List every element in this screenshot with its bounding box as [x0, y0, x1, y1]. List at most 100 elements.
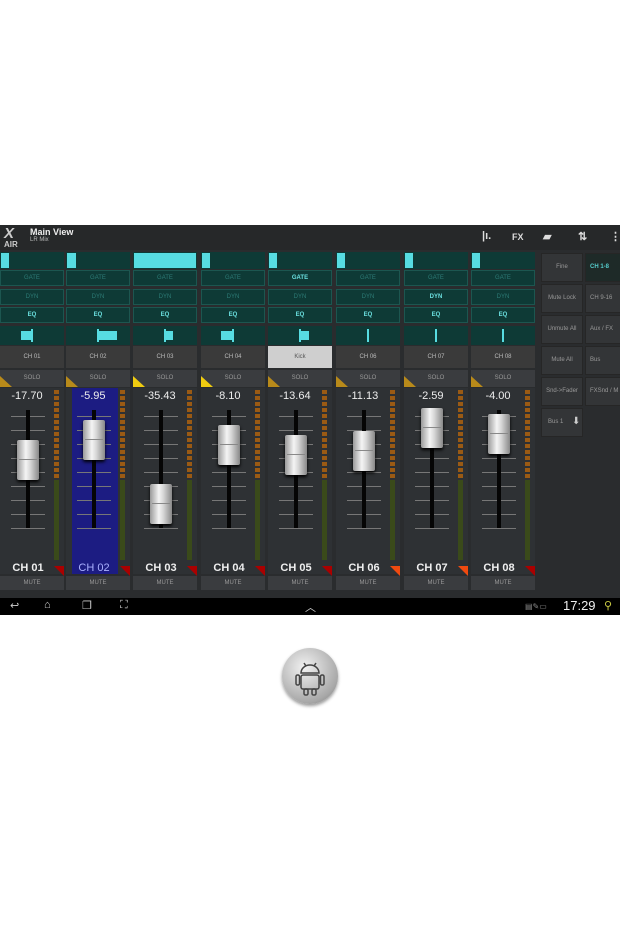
gate-button[interactable]: GATE	[0, 270, 64, 286]
android-icon[interactable]	[282, 648, 338, 704]
back-icon[interactable]: ↩	[10, 599, 19, 612]
channel-name-button[interactable]: CH 08	[471, 346, 535, 368]
mute-button[interactable]: MUTE	[336, 576, 400, 590]
mute-button[interactable]: MUTE	[0, 576, 64, 590]
channel-name-button[interactable]: CH 04	[201, 346, 265, 368]
bank-tab[interactable]: Aux / FX	[585, 315, 620, 344]
fx-button[interactable]: FX	[512, 232, 524, 242]
pan-control[interactable]	[471, 326, 535, 345]
dyn-button[interactable]: DYN	[336, 289, 400, 305]
mute-button[interactable]: MUTE	[268, 576, 332, 590]
arrow-down-icon[interactable]: ⬇	[572, 416, 580, 427]
dyn-button[interactable]: DYN	[66, 289, 130, 305]
gate-button[interactable]: GATE	[404, 270, 468, 286]
gate-button[interactable]: GATE	[133, 270, 197, 286]
dyn-button[interactable]: DYN	[0, 289, 64, 305]
bank-tab[interactable]: CH 1-8	[585, 253, 620, 282]
bank-tab[interactable]: Bus	[585, 346, 620, 375]
bank-tab[interactable]: FXSnd / M	[585, 377, 620, 406]
panel-button-mute-all[interactable]: Mute All	[541, 346, 583, 375]
channel-name-button[interactable]: CH 06	[336, 346, 400, 368]
pan-control[interactable]	[66, 326, 130, 345]
overflow-menu-icon[interactable]: ⋮	[610, 230, 620, 243]
fader-knob[interactable]	[218, 425, 240, 466]
fader-knob[interactable]	[421, 407, 443, 448]
home-icon[interactable]: ⌂	[44, 599, 51, 611]
gate-button[interactable]: GATE	[66, 270, 130, 286]
pan-control[interactable]	[336, 326, 400, 345]
gain-bar[interactable]	[268, 252, 332, 269]
clock: 17:29	[563, 598, 596, 613]
panel-button-unmute-all[interactable]: Unmute All	[541, 315, 583, 344]
gain-bar[interactable]	[336, 252, 400, 269]
pan-control[interactable]	[404, 326, 468, 345]
pan-control[interactable]	[201, 326, 265, 345]
gain-bar[interactable]	[66, 252, 130, 269]
level-meter	[322, 390, 327, 560]
channel-label[interactable]: CH 07	[404, 562, 460, 574]
eq-button[interactable]: EQ	[66, 307, 130, 323]
solo-indicator	[201, 376, 213, 387]
channel-label[interactable]: CH 04	[201, 562, 257, 574]
fader-knob[interactable]	[17, 439, 39, 480]
dyn-button[interactable]: DYN	[471, 289, 535, 305]
eq-button[interactable]: EQ	[404, 307, 468, 323]
mute-button[interactable]: MUTE	[66, 576, 130, 590]
eq-button[interactable]: EQ	[268, 307, 332, 323]
gate-button[interactable]: GATE	[336, 270, 400, 286]
panel-button-snd-fader[interactable]: Snd->Fader	[541, 377, 583, 406]
mute-button[interactable]: MUTE	[471, 576, 535, 590]
pan-control[interactable]	[0, 326, 64, 345]
sort-icon[interactable]: ⇅	[578, 230, 587, 243]
fader-knob[interactable]	[353, 431, 375, 472]
up-chevron-icon[interactable]: ︿	[305, 599, 316, 615]
channel-label[interactable]: CH 02	[66, 562, 122, 574]
meters-icon[interactable]: |ı.	[482, 230, 491, 242]
channel-name-button[interactable]: CH 01	[0, 346, 64, 368]
pan-control[interactable]	[268, 326, 332, 345]
gain-bar[interactable]	[0, 252, 64, 269]
dyn-button[interactable]: DYN	[404, 289, 468, 305]
fader-knob[interactable]	[285, 434, 307, 475]
pan-control[interactable]	[133, 326, 197, 345]
channel-label[interactable]: CH 06	[336, 562, 392, 574]
header: X AIR Main View LR Mix |ı. FX ▰ ⇅ ⋮	[0, 225, 620, 250]
eq-button[interactable]: EQ	[336, 307, 400, 323]
gate-button[interactable]: GATE	[201, 270, 265, 286]
eq-button[interactable]: EQ	[201, 307, 265, 323]
channel-name-button[interactable]: CH 02	[66, 346, 130, 368]
channel-label[interactable]: CH 08	[471, 562, 527, 574]
channel-label[interactable]: CH 01	[0, 562, 56, 574]
recent-apps-icon[interactable]: ❐	[82, 599, 92, 612]
mute-button[interactable]: MUTE	[201, 576, 265, 590]
gain-bar[interactable]	[201, 252, 265, 269]
eq-button[interactable]: EQ	[133, 307, 197, 323]
panel-button-mute-lock[interactable]: Mute Lock	[541, 284, 583, 313]
bank-tab[interactable]: CH 9-16	[585, 284, 620, 313]
channel-label[interactable]: CH 05	[268, 562, 324, 574]
eq-button[interactable]: EQ	[471, 307, 535, 323]
channel-label[interactable]: CH 03	[133, 562, 189, 574]
fader-knob[interactable]	[488, 413, 510, 454]
panel-button-fine[interactable]: Fine	[541, 253, 583, 282]
screenshot-icon[interactable]: ⛶	[120, 599, 128, 612]
solo-indicator	[66, 376, 78, 387]
gate-button[interactable]: GATE	[471, 270, 535, 286]
gate-button[interactable]: GATE	[268, 270, 332, 286]
fader-knob[interactable]	[150, 484, 172, 525]
dyn-button[interactable]: DYN	[133, 289, 197, 305]
channel-name-button[interactable]: CH 03	[133, 346, 197, 368]
fader-knob[interactable]	[83, 419, 105, 460]
dyn-button[interactable]: DYN	[268, 289, 332, 305]
solo-indicator	[471, 376, 483, 387]
eq-button[interactable]: EQ	[0, 307, 64, 323]
channel-name-button[interactable]: Kick	[268, 346, 332, 368]
folder-icon[interactable]: ▰	[543, 230, 551, 243]
mute-button[interactable]: MUTE	[404, 576, 468, 590]
channel-name-button[interactable]: CH 07	[404, 346, 468, 368]
gain-bar[interactable]	[133, 252, 197, 269]
gain-bar[interactable]	[404, 252, 468, 269]
gain-bar[interactable]	[471, 252, 535, 269]
mute-button[interactable]: MUTE	[133, 576, 197, 590]
dyn-button[interactable]: DYN	[201, 289, 265, 305]
